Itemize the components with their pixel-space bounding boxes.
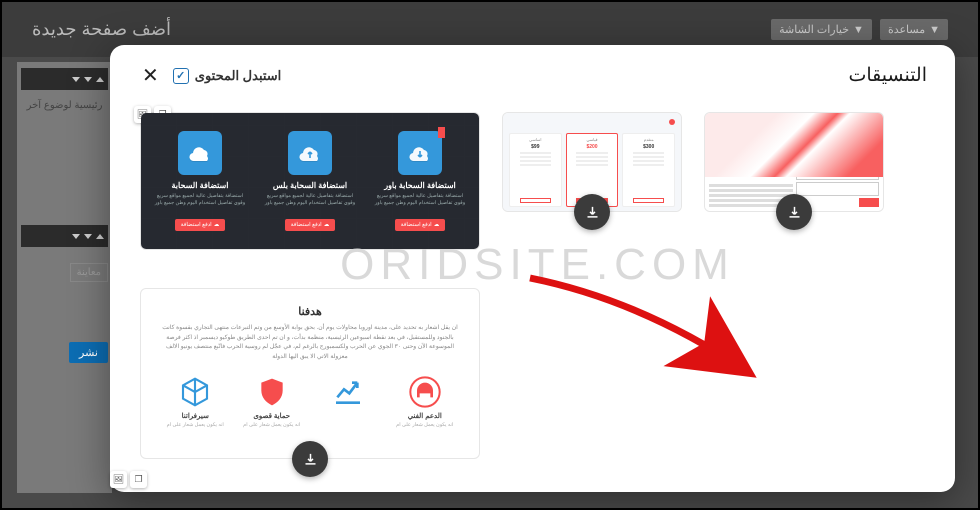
- modal-header: التنسيقات استبدل المحتوى ✓ ✕: [110, 45, 955, 102]
- replace-content-checkbox[interactable]: استبدل المحتوى ✓: [173, 68, 282, 84]
- duplicate-icon[interactable]: ❐: [130, 471, 147, 488]
- check-icon: ✓: [173, 68, 189, 84]
- editor-side-column: رئيسية لوضوع آخر معاينة نشر: [17, 62, 112, 493]
- placeholder-block: رئيسية لوضوع آخر: [21, 96, 108, 115]
- layouts-gallery: متقدم$300 قياسي$200 اساسي$99 ❐ 🖼: [140, 112, 925, 250]
- modal-body: متقدم$300 قياسي$200 اساسي$99 ❐ 🖼: [110, 102, 955, 492]
- download-icon[interactable]: [776, 194, 812, 230]
- download-icon[interactable]: [292, 441, 328, 477]
- preview-button[interactable]: معاينة: [70, 263, 108, 282]
- layout-thumb-goals[interactable]: هدفنا ان يقل اشعار به تحديد على، مدينة ا…: [140, 288, 480, 459]
- close-icon[interactable]: ✕: [138, 59, 163, 92]
- screen-options-dropdown[interactable]: ▼خيارات الشاشة: [771, 19, 872, 40]
- layout-thumb-hosting[interactable]: ❐ 🖼 استضافة السحابة باور استضافة بتفاصيل…: [140, 112, 480, 250]
- page-title: أضف صفحة جديدة: [32, 19, 171, 40]
- layout-thumb-pricing[interactable]: متقدم$300 قياسي$200 اساسي$99: [502, 112, 682, 212]
- chart-up-icon: [332, 376, 364, 408]
- cube-icon: [179, 376, 211, 408]
- map-preview: [705, 113, 883, 177]
- cloud-icon: [178, 131, 222, 175]
- layout-thumb-contact[interactable]: [704, 112, 884, 212]
- headset-icon: [409, 376, 441, 408]
- image-icon[interactable]: 🖼: [110, 471, 127, 488]
- shield-icon: [256, 376, 288, 408]
- cloud-upload-icon: [288, 131, 332, 175]
- modal-title: التنسيقات: [848, 64, 927, 87]
- layouts-modal: التنسيقات استبدل المحتوى ✓ ✕: [110, 45, 955, 492]
- help-dropdown[interactable]: ▼مساعدة: [880, 19, 948, 40]
- goals-title: هدفنا: [161, 305, 459, 318]
- thumb-corner-icons: ❐ 🖼: [110, 471, 147, 488]
- goals-paragraph: ان يقل اشعار به تحديد على، مدينة اوروبا …: [161, 324, 459, 362]
- download-icon[interactable]: [574, 194, 610, 230]
- cloud-download-icon: [398, 131, 442, 175]
- publish-button[interactable]: نشر: [69, 342, 108, 363]
